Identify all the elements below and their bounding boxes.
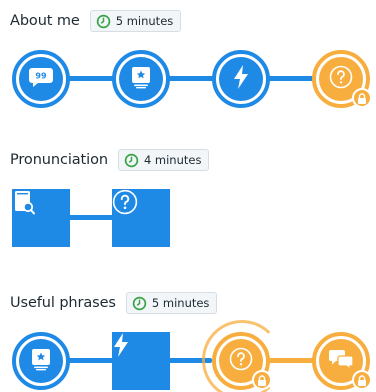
lock-icon <box>357 89 367 108</box>
node-core <box>12 189 70 247</box>
lightning-icon <box>232 64 250 94</box>
lesson-node-conversation-locked[interactable] <box>312 332 372 390</box>
chat-bubbles-icon <box>328 348 354 374</box>
section-header: About me 5 minutes <box>10 8 182 34</box>
duration-badge: 4 minutes <box>117 149 210 171</box>
flashcard-icon <box>130 65 152 93</box>
question-icon <box>112 189 138 219</box>
lesson-node-pronunciation[interactable] <box>12 189 70 247</box>
section-title: About me <box>10 13 80 29</box>
lock-icon <box>357 371 367 390</box>
connector <box>66 215 118 220</box>
lock-badge <box>252 370 272 390</box>
section-title: Useful phrases <box>10 295 116 311</box>
flashcard-icon <box>30 347 52 375</box>
duration-label: 5 minutes <box>115 14 174 28</box>
lesson-node-practice[interactable] <box>212 50 270 108</box>
lesson-node-quiz-current[interactable] <box>212 332 272 390</box>
node-core: 99 <box>19 57 63 101</box>
node-core <box>119 57 163 101</box>
duration-badge: 5 minutes <box>89 10 182 32</box>
connector <box>66 358 118 363</box>
lesson-node-practice[interactable] <box>112 332 170 390</box>
lightning-icon <box>112 333 130 362</box>
connector <box>264 76 316 81</box>
lesson-node-quiz[interactable] <box>112 189 170 247</box>
lesson-track <box>0 183 376 253</box>
section-title: Pronunciation <box>10 152 108 168</box>
connector <box>164 76 216 81</box>
node-core <box>219 57 263 101</box>
lock-icon <box>257 371 267 390</box>
lesson-node-speaking[interactable]: 99 <box>12 50 70 108</box>
lesson-track: 99 <box>0 44 376 114</box>
timer-icon <box>132 296 147 311</box>
duration-badge: 5 minutes <box>125 292 218 314</box>
svg-text:99: 99 <box>35 72 47 81</box>
lesson-node-quiz-locked[interactable] <box>312 50 372 108</box>
lesson-node-flashcards[interactable] <box>12 332 70 390</box>
section-header: Pronunciation 4 minutes <box>10 147 210 173</box>
lesson-track <box>0 320 376 392</box>
lesson-node-flashcards[interactable] <box>112 50 170 108</box>
node-core <box>112 189 170 247</box>
duration-label: 5 minutes <box>151 296 210 310</box>
lock-badge <box>352 88 372 108</box>
book-search-icon <box>12 191 36 219</box>
duration-label: 4 minutes <box>143 153 202 167</box>
section-header: Useful phrases 5 minutes <box>10 290 218 316</box>
timer-icon <box>96 14 111 29</box>
speech-bubble-icon: 99 <box>28 66 54 92</box>
question-icon <box>329 65 353 93</box>
node-core <box>112 332 170 390</box>
timer-icon <box>124 153 139 168</box>
lock-badge <box>352 370 372 390</box>
connector <box>66 76 118 81</box>
question-icon <box>229 347 253 375</box>
node-core <box>19 339 63 383</box>
